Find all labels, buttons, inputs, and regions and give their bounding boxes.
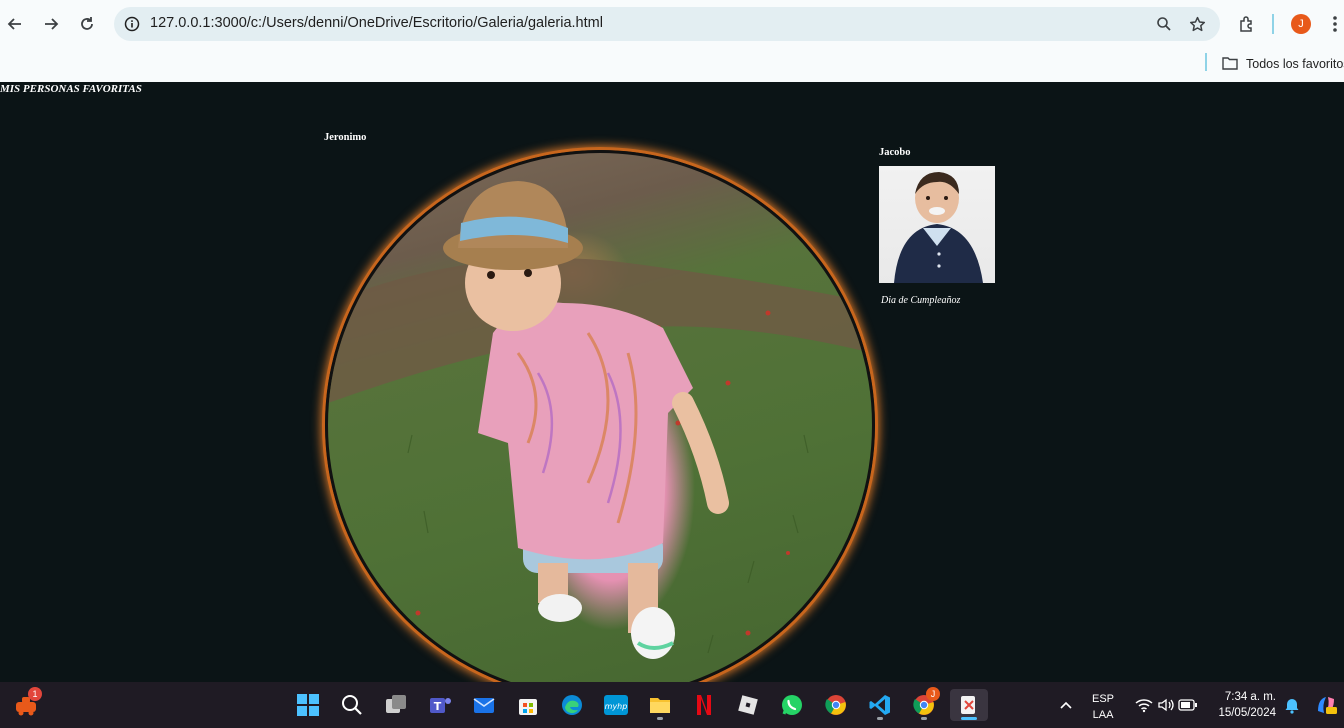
running-indicator xyxy=(877,717,883,720)
chevron-up-icon[interactable] xyxy=(1050,689,1082,721)
time-label: 7:34 a. m. xyxy=(1224,691,1276,703)
all-bookmarks-folder[interactable]: Todos los favoritos xyxy=(1222,53,1344,75)
whatsapp-icon[interactable] xyxy=(776,689,808,721)
store-icon[interactable] xyxy=(512,689,544,721)
reload-icon[interactable] xyxy=(73,10,101,38)
language-label: ESP xyxy=(1092,693,1115,705)
forward-icon[interactable] xyxy=(37,10,65,38)
battery-icon[interactable] xyxy=(1172,689,1204,721)
netflix-icon[interactable] xyxy=(688,689,720,721)
active-indicator xyxy=(961,717,977,720)
copilot-icon[interactable] xyxy=(1310,689,1342,721)
notification-app-icon[interactable]: 1 xyxy=(10,687,42,721)
bell-icon[interactable] xyxy=(1276,689,1308,721)
date-label: 15/05/2024 xyxy=(1218,707,1276,719)
bookmarks-separator xyxy=(1205,53,1207,71)
chrome-icon[interactable] xyxy=(820,689,852,721)
zoom-icon[interactable] xyxy=(1154,14,1174,34)
svg-text:myhp: myhp xyxy=(605,702,628,711)
snipping-tool-icon[interactable] xyxy=(950,689,988,721)
browser-toolbar: 127.0.0.1:3000/c:/Users/denni/OneDrive/E… xyxy=(0,0,1344,48)
jacobo-photo[interactable] xyxy=(879,166,995,283)
running-indicator xyxy=(657,717,663,720)
boy-in-hat-on-grass-photo xyxy=(328,181,872,659)
language-indicator[interactable]: ESP LAA xyxy=(1092,691,1114,723)
profile-avatar[interactable]: J xyxy=(1291,14,1311,34)
roblox-icon[interactable] xyxy=(732,689,764,721)
notification-badge: 1 xyxy=(28,687,42,701)
file-explorer-icon[interactable] xyxy=(644,689,676,721)
jeronimo-name: Jeronimo xyxy=(324,132,367,143)
chrome-profile-icon[interactable]: J xyxy=(908,687,940,721)
clock[interactable]: 7:34 a. m. 15/05/2024 xyxy=(1208,689,1276,721)
start-icon[interactable] xyxy=(292,689,324,721)
extensions-icon[interactable] xyxy=(1233,10,1261,38)
bookmarks-folder-label: Todos los favoritos xyxy=(1246,57,1344,71)
edge-icon[interactable] xyxy=(556,689,588,721)
task-view-icon[interactable] xyxy=(380,689,412,721)
taskbar: 1 T myhp J ESP LAA 7:34 a. m. 15/05/2024 xyxy=(0,682,1344,728)
jeronimo-photo[interactable] xyxy=(325,150,875,682)
myhp-icon[interactable]: myhp xyxy=(600,689,632,721)
search-icon[interactable] xyxy=(336,689,368,721)
menu-icon[interactable] xyxy=(1326,10,1344,38)
address-bar[interactable]: 127.0.0.1:3000/c:/Users/denni/OneDrive/E… xyxy=(114,7,1220,41)
page-title: MIS PERSONAS FAVORITAS xyxy=(0,83,142,95)
url-text[interactable]: 127.0.0.1:3000/c:/Users/denni/OneDrive/E… xyxy=(150,15,603,31)
star-icon[interactable] xyxy=(1187,14,1207,34)
teams-icon[interactable]: T xyxy=(424,689,456,721)
jacobo-caption: Dia de Cumpleañoz xyxy=(881,295,961,306)
svg-text:T: T xyxy=(434,700,442,713)
site-info-icon[interactable] xyxy=(122,14,142,34)
vscode-icon[interactable] xyxy=(864,689,896,721)
boy-portrait-photo xyxy=(894,172,983,283)
toolbar-separator xyxy=(1272,14,1274,34)
bookmarks-bar: Todos los favoritos xyxy=(0,48,1344,82)
keyboard-layout-label: LAA xyxy=(1092,709,1114,721)
folder-icon xyxy=(1222,56,1238,73)
profile-badge: J xyxy=(926,687,940,701)
mail-icon[interactable] xyxy=(468,689,500,721)
jacobo-name: Jacobo xyxy=(879,147,911,158)
back-icon[interactable] xyxy=(1,10,29,38)
running-indicator xyxy=(921,717,927,720)
gallery-page: MIS PERSONAS FAVORITAS Jeronimo Jacobo D… xyxy=(0,82,1344,682)
